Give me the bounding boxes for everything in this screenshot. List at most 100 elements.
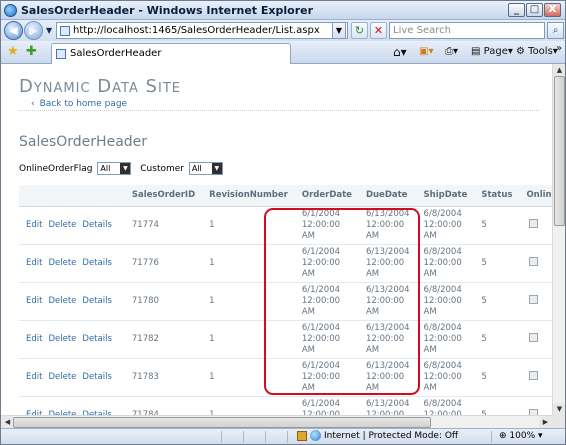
- row-actions: Edit Delete Details: [19, 320, 125, 359]
- cell-onlineorderflag: [519, 320, 552, 359]
- cell-onlineorderflag: [519, 358, 552, 397]
- address-input[interactable]: http://localhost:1465/SalesOrderHeader/L…: [56, 22, 348, 39]
- filter-label-customer: Customer: [140, 163, 184, 174]
- status-bar: Internet | Protected Mode: Off ⊕ 100% ▾: [1, 428, 565, 444]
- details-link[interactable]: Details: [82, 296, 111, 306]
- print-icon[interactable]: ⎙▾: [445, 45, 458, 59]
- column-header-salesorderid[interactable]: SalesOrderID: [124, 185, 203, 207]
- column-header-status[interactable]: Status: [474, 185, 520, 207]
- cell-status: 5: [474, 358, 520, 397]
- scroll-down-icon[interactable]: ▼: [553, 403, 565, 415]
- meridiem-part: AM: [423, 344, 437, 355]
- cell-shipdate: 6/8/200412:00:00AM: [416, 358, 475, 397]
- edit-link[interactable]: Edit: [26, 372, 42, 382]
- table-row: Edit Delete Details 71782 1 6/1/2004 12:00:00 A…: [19, 320, 552, 359]
- cell-status: 5: [474, 206, 520, 245]
- table-row: Edit Delete Details 71780 1 6/1/2004 12:00:00 A…: [19, 282, 552, 321]
- meridiem-part: AM: [423, 230, 437, 241]
- vertical-scrollbar[interactable]: ▲ ▼: [552, 64, 565, 415]
- date-part: 6/1/2004: [301, 246, 341, 257]
- filter-select-customer[interactable]: All ▼: [188, 162, 223, 175]
- maximize-button[interactable]: □: [526, 3, 543, 17]
- tools-menu[interactable]: ⚙ Tools▾: [516, 45, 558, 59]
- meridiem-part: AM: [365, 382, 380, 393]
- tab-salesorderheader[interactable]: SalesOrderHeader: [51, 43, 291, 64]
- tab-label: SalesOrderHeader: [70, 48, 162, 59]
- delete-link[interactable]: Delete: [48, 258, 76, 268]
- table-row: Edit Delete Details 71774 1 6/1/2004 12:00:00 A…: [19, 206, 552, 245]
- filter-value: All: [191, 164, 202, 173]
- horizontal-scroll-thumb[interactable]: [13, 417, 431, 428]
- title-bar: SalesOrderHeader - Windows Internet Expl…: [1, 1, 565, 20]
- delete-link[interactable]: Delete: [48, 372, 76, 382]
- meridiem-part: AM: [423, 268, 437, 279]
- filter-label-onlineorderflag: OnlineOrderFlag: [19, 163, 93, 174]
- forward-icon[interactable]: ▶: [24, 21, 43, 40]
- horizontal-scrollbar[interactable]: ◀ ▶: [1, 415, 552, 428]
- cell-status: 5: [474, 244, 520, 283]
- meridiem-part: AM: [365, 306, 380, 317]
- stop-icon[interactable]: ✕: [370, 22, 387, 39]
- lock-icon: [297, 430, 307, 441]
- vertical-scroll-thumb[interactable]: [554, 76, 565, 226]
- cell-orderdate: 6/1/200412:00:00AM: [294, 320, 359, 359]
- meridiem-part: AM: [365, 230, 380, 241]
- details-link[interactable]: Details: [82, 372, 111, 382]
- delete-link[interactable]: Delete: [48, 220, 76, 230]
- cell-duedate: 6/13/200412:00:00AM: [358, 206, 417, 245]
- column-header-onlineorderflag[interactable]: OnlineOrderFlag: [519, 185, 552, 207]
- time-part: 12:00:00: [301, 333, 341, 344]
- edit-link[interactable]: Edit: [26, 258, 42, 268]
- search-icon[interactable]: ⌕: [547, 22, 564, 39]
- page-menu[interactable]: ▤ Page▾: [471, 45, 513, 59]
- more-commands[interactable]: »: [556, 42, 562, 56]
- refresh-icon[interactable]: ↻: [351, 22, 368, 39]
- address-dropdown[interactable]: ▼: [332, 22, 346, 39]
- date-part: 6/8/2004: [423, 360, 462, 371]
- time-part: 12:00:00: [423, 219, 462, 230]
- edit-link[interactable]: Edit: [26, 296, 42, 306]
- time-part: 12:00:00: [365, 257, 405, 268]
- column-header-revisionnumber[interactable]: RevisionNumber: [202, 185, 295, 207]
- favorites-star-icon[interactable]: ★: [7, 44, 19, 60]
- onlineorderflag-checkbox: [529, 333, 539, 342]
- details-link[interactable]: Details: [82, 334, 111, 344]
- time-part: 12:00:00: [301, 295, 341, 306]
- meridiem-part: AM: [301, 344, 316, 355]
- table-row: Edit Delete Details 71776 1 6/1/2004 12:00:00 A…: [19, 244, 552, 283]
- date-part: 6/1/2004: [301, 284, 341, 295]
- details-link[interactable]: Details: [82, 258, 111, 268]
- edit-link[interactable]: Edit: [26, 334, 42, 344]
- back-icon[interactable]: ◀: [4, 21, 23, 40]
- status-divider: [265, 431, 266, 443]
- delete-link[interactable]: Delete: [48, 334, 76, 344]
- search-input[interactable]: Live Search: [389, 22, 545, 39]
- date-part: 6/13/2004: [365, 360, 410, 371]
- close-button[interactable]: X: [544, 3, 561, 17]
- row-actions: Edit Delete Details: [19, 396, 125, 415]
- zoom-control[interactable]: ⊕ 100% ▾: [499, 430, 543, 443]
- recent-pages-dropdown[interactable]: ▼: [46, 26, 52, 35]
- back-row: ‹ Back to home page: [19, 99, 539, 111]
- home-icon[interactable]: ⌂▾: [393, 45, 407, 59]
- meridiem-part: AM: [301, 306, 316, 317]
- column-header-shipdate[interactable]: ShipDate: [416, 185, 475, 207]
- search-placeholder: Live Search: [393, 25, 451, 36]
- column-header-orderdate[interactable]: OrderDate: [294, 185, 359, 207]
- column-header-duedate[interactable]: DueDate: [358, 185, 417, 207]
- time-part: 12:00:00: [423, 371, 462, 382]
- security-zone[interactable]: Internet | Protected Mode: Off: [297, 430, 458, 443]
- details-link[interactable]: Details: [82, 220, 111, 230]
- date-part: 6/8/2004: [423, 208, 462, 219]
- delete-link[interactable]: Delete: [48, 296, 76, 306]
- feeds-icon[interactable]: ▣▾: [419, 45, 433, 59]
- back-to-home-link[interactable]: ‹ Back to home page: [31, 99, 131, 109]
- edit-link[interactable]: Edit: [26, 220, 42, 230]
- filter-select-onlineorderflag[interactable]: All ▼: [97, 162, 132, 175]
- add-favorites-icon[interactable]: ✚: [26, 44, 37, 60]
- minimize-button[interactable]: _: [508, 3, 525, 17]
- site-title: Dynamic Data Site: [19, 76, 181, 97]
- scroll-up-icon[interactable]: ▲: [553, 64, 565, 76]
- cell-onlineorderflag: [519, 206, 552, 245]
- scroll-right-icon[interactable]: ▶: [539, 416, 552, 428]
